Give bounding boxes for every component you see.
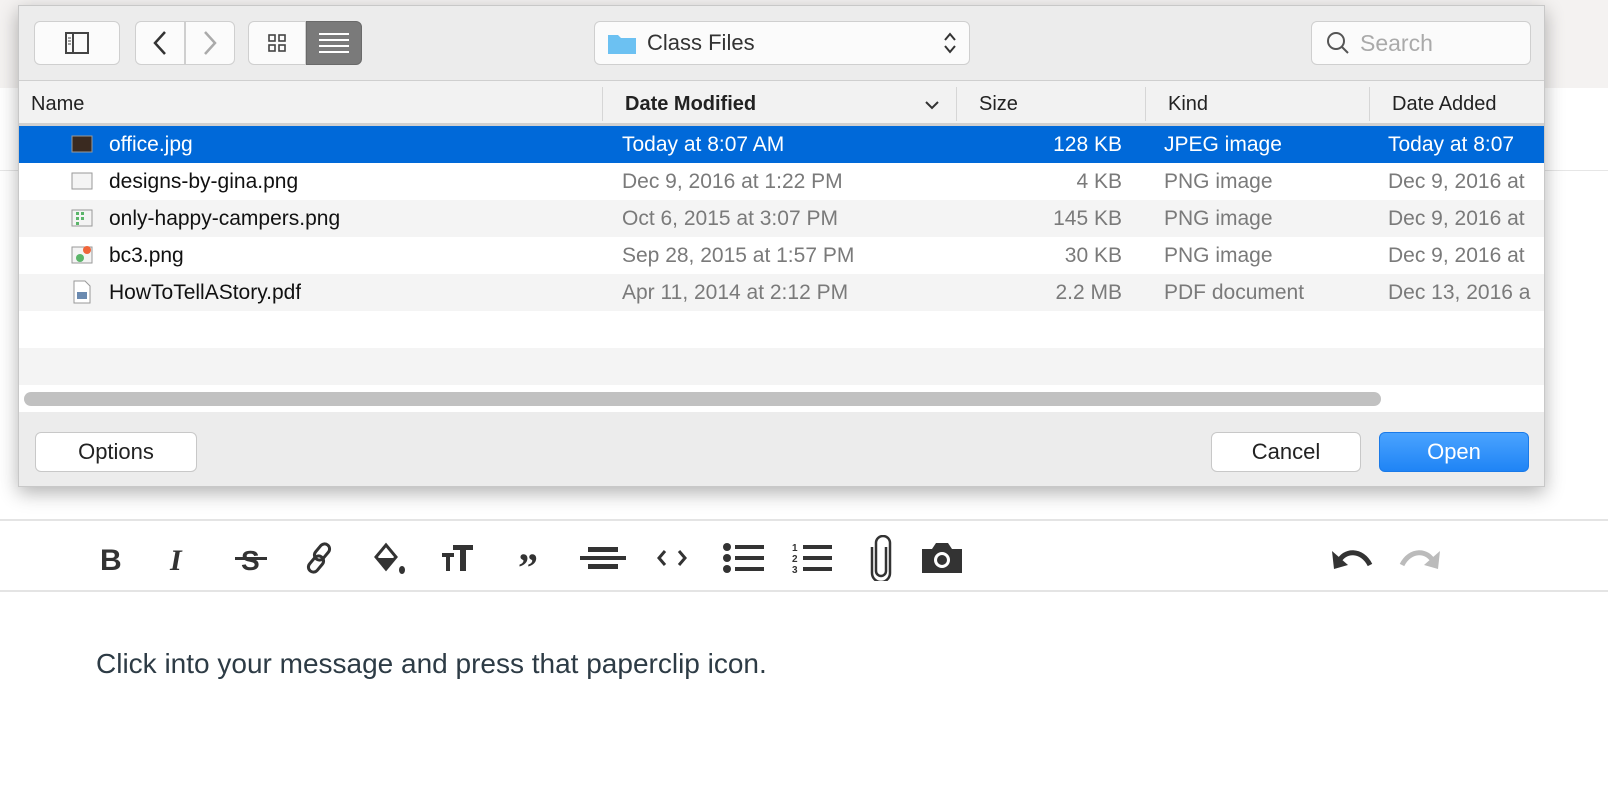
file-date-added: Dec 9, 2016 at: [1388, 244, 1525, 267]
chevron-right-icon: [204, 31, 217, 55]
fill-color-icon[interactable]: [372, 541, 406, 575]
svg-text:2: 2: [792, 554, 798, 565]
list-view-button[interactable]: [306, 21, 362, 65]
svg-text:1: 1: [792, 543, 798, 554]
search-icon: [1327, 32, 1349, 54]
file-kind: PNG image: [1164, 207, 1273, 230]
grid-icon: [268, 34, 286, 52]
column-header-date-added[interactable]: Date Added: [1392, 93, 1497, 116]
options-button[interactable]: Options: [35, 432, 197, 472]
formatting-toolbar: B I S ” 123: [0, 519, 1608, 592]
message-body[interactable]: Click into your message and press that p…: [96, 648, 767, 680]
file-row[interactable]: bc3.png Sep 28, 2015 at 1:57 PM 30 KB PNG i…: [19, 237, 1544, 274]
forward-button[interactable]: [185, 21, 235, 65]
image-thumbnail-icon: [71, 246, 93, 264]
file-size: 145 KB: [1053, 207, 1122, 230]
file-date-added: Dec 13, 2016 a: [1388, 281, 1531, 304]
file-size: 4 KB: [1076, 170, 1122, 193]
file-date-modified: Today at 8:07 AM: [622, 133, 785, 156]
file-kind: PDF document: [1164, 281, 1305, 304]
image-thumbnail-icon: [71, 209, 93, 227]
camera-icon[interactable]: [920, 541, 964, 575]
sort-chevron-down-icon: [925, 101, 939, 110]
file-date-added: Dec 9, 2016 at: [1388, 170, 1525, 193]
file-kind: PNG image: [1164, 244, 1273, 267]
folder-icon: [608, 35, 636, 54]
image-thumbnail-icon: [71, 172, 93, 190]
file-list: Name Date Modified Size Kind Date Added …: [19, 80, 1544, 412]
updown-chevron-icon: [944, 32, 956, 54]
column-header-date-modified[interactable]: Date Modified: [625, 93, 756, 116]
svg-text:B: B: [100, 544, 122, 575]
bullet-list-icon[interactable]: [722, 541, 764, 575]
file-row[interactable]: designs-by-gina.png Dec 9, 2016 at 1:22 P…: [19, 163, 1544, 200]
paperclip-icon[interactable]: [868, 535, 896, 581]
icon-view-button[interactable]: [248, 21, 306, 65]
open-button[interactable]: Open: [1379, 432, 1529, 472]
chevron-left-icon: [153, 31, 166, 55]
bold-icon[interactable]: B: [96, 541, 130, 575]
text-size-icon[interactable]: [441, 541, 475, 575]
file-size: 30 KB: [1064, 244, 1122, 267]
code-icon[interactable]: [655, 541, 689, 575]
file-date-modified: Apr 11, 2014 at 2:12 PM: [622, 281, 849, 304]
file-name: office.jpg: [109, 133, 193, 156]
search-placeholder: Search: [1360, 29, 1433, 56]
quote-icon[interactable]: ”: [516, 541, 550, 575]
file-name: only-happy-campers.png: [109, 207, 341, 230]
column-header-row: Name Date Modified Size Kind Date Added: [19, 81, 1544, 126]
svg-text:”: ”: [518, 545, 538, 575]
search-input[interactable]: Search: [1311, 21, 1531, 65]
file-row[interactable]: HowToTellAStory.pdf Apr 11, 2014 at 2:12 …: [19, 274, 1544, 311]
horizontal-rule-icon[interactable]: [580, 541, 626, 575]
file-open-dialog: Class Files Search Name Date Modified Si…: [18, 5, 1545, 487]
pdf-document-icon: [73, 280, 91, 304]
location-popup[interactable]: Class Files: [594, 21, 970, 65]
column-header-size[interactable]: Size: [979, 93, 1018, 116]
empty-row: [19, 348, 1544, 385]
file-size: 2.2 MB: [1055, 281, 1122, 304]
italic-icon[interactable]: I: [164, 541, 198, 575]
file-size: 128 KB: [1053, 133, 1122, 156]
file-row[interactable]: only-happy-campers.png Oct 6, 2015 at 3:0…: [19, 200, 1544, 237]
numbered-list-icon[interactable]: 123: [792, 541, 834, 575]
column-header-kind[interactable]: Kind: [1168, 93, 1208, 116]
sidebar-icon: [65, 32, 89, 54]
back-button[interactable]: [135, 21, 185, 65]
link-icon[interactable]: [303, 541, 337, 575]
file-row[interactable]: office.jpg Today at 8:07 AM 128 KB JPEG ima…: [19, 126, 1544, 163]
list-icon: [319, 33, 349, 53]
horizontal-scrollbar[interactable]: [24, 392, 1381, 406]
file-name: HowToTellAStory.pdf: [109, 281, 302, 304]
sidebar-toggle-button[interactable]: [34, 21, 120, 65]
strikethrough-icon[interactable]: S: [234, 541, 268, 575]
file-name: bc3.png: [109, 244, 184, 267]
file-date-modified: Oct 6, 2015 at 3:07 PM: [622, 207, 838, 230]
file-kind: PNG image: [1164, 170, 1273, 193]
cancel-button[interactable]: Cancel: [1211, 432, 1361, 472]
location-label: Class Files: [647, 30, 755, 55]
empty-row: [19, 311, 1544, 348]
undo-icon[interactable]: [1330, 541, 1374, 575]
file-name: designs-by-gina.png: [109, 170, 299, 193]
image-thumbnail-icon: [71, 135, 93, 153]
file-date-added: Dec 9, 2016 at: [1388, 207, 1525, 230]
column-header-name[interactable]: Name: [31, 93, 84, 116]
file-date-added: Today at 8:07: [1388, 133, 1515, 156]
svg-text:3: 3: [792, 565, 798, 575]
file-date-modified: Sep 28, 2015 at 1:57 PM: [622, 244, 855, 267]
file-date-modified: Dec 9, 2016 at 1:22 PM: [622, 170, 843, 193]
redo-icon[interactable]: [1398, 541, 1442, 575]
svg-text:I: I: [169, 544, 183, 575]
file-kind: JPEG image: [1164, 133, 1282, 156]
